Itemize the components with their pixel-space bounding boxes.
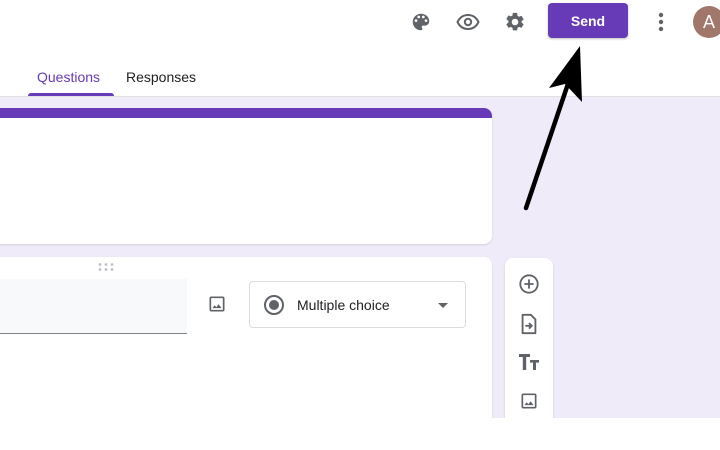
top-bar: Send A Questions Responses [0, 0, 720, 97]
add-image-tool-button[interactable] [517, 389, 541, 413]
customize-theme-button[interactable] [405, 6, 437, 38]
question-type-dropdown[interactable]: Multiple choice [249, 281, 466, 328]
settings-button[interactable] [499, 6, 531, 38]
drag-handle-icon[interactable] [97, 262, 115, 272]
chevron-down-icon [438, 303, 448, 308]
palette-icon [412, 13, 430, 31]
gear-icon [506, 12, 524, 31]
send-button[interactable]: Send [548, 3, 628, 38]
question-type-label: Multiple choice [297, 297, 390, 313]
import-questions-button[interactable] [517, 312, 541, 336]
radio-button-icon [264, 295, 284, 315]
add-question-button[interactable] [517, 272, 541, 296]
import-icon [521, 313, 537, 335]
image-icon [521, 393, 537, 409]
more-options-button[interactable] [645, 6, 677, 38]
add-title-button[interactable] [517, 350, 541, 374]
bottom-margin [0, 418, 720, 450]
question-title-input[interactable] [0, 279, 187, 334]
tab-questions[interactable]: Questions [37, 69, 100, 85]
tab-responses[interactable]: Responses [126, 69, 196, 85]
title-card-accent-bar [0, 108, 492, 118]
question-card[interactable]: Multiple choice [0, 257, 492, 437]
add-circle-icon [519, 274, 539, 294]
more-vert-icon [658, 12, 664, 32]
preview-button[interactable] [452, 6, 484, 38]
eye-icon [456, 13, 480, 31]
add-image-button[interactable] [205, 292, 229, 316]
title-text-icon [519, 354, 539, 370]
image-icon [209, 296, 225, 312]
form-title-card[interactable] [0, 108, 492, 244]
active-tab-indicator [28, 93, 114, 96]
side-toolbar [505, 258, 553, 428]
account-avatar[interactable]: A [693, 6, 720, 38]
